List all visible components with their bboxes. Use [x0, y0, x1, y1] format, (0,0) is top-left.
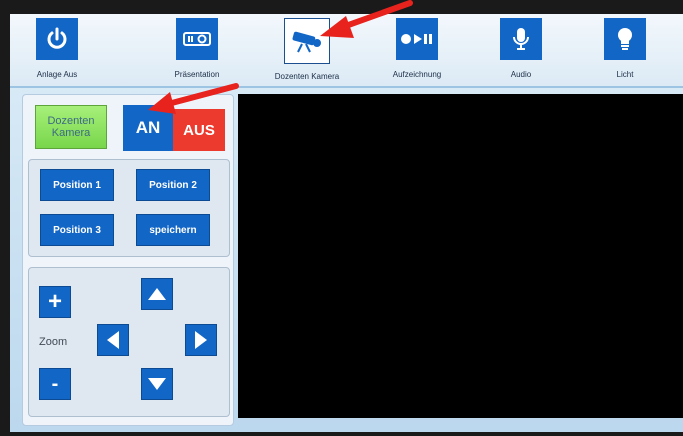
camera-control-panel: Dozenten Kamera AN AUS Position 1 Positi…: [22, 94, 234, 426]
nav-item-aufzeichnung[interactable]: Aufzeichnung: [372, 18, 462, 79]
position-1-label: Position 1: [53, 179, 101, 191]
arrow-left-icon: [107, 331, 119, 349]
zoom-label: Zoom: [39, 336, 68, 348]
nav-item-audio[interactable]: Audio: [476, 18, 566, 79]
camera-status-label: Dozenten Kamera: [47, 115, 95, 139]
nav-item-dozenten-kamera[interactable]: Dozenten Kamera: [262, 18, 352, 81]
camera-off-label: AUS: [183, 121, 215, 139]
nav-item-anlage-aus[interactable]: Anlage Aus: [12, 18, 102, 79]
arrow-down-icon: [148, 378, 166, 390]
camera-on-label: AN: [135, 118, 161, 137]
nav-label: Aufzeichnung: [392, 70, 442, 79]
nav-item-licht[interactable]: Licht: [580, 18, 670, 79]
camera-icon: [284, 18, 330, 64]
position-3-label: Position 3: [53, 224, 101, 236]
pan-left-button[interactable]: [97, 324, 129, 356]
top-navigation-bar: Anlage Aus Präsentation Dozenten Kamera …: [10, 14, 683, 88]
pan-up-button[interactable]: [141, 278, 173, 310]
zoom-out-button[interactable]: -: [39, 368, 71, 400]
position-2-button[interactable]: Position 2: [136, 169, 210, 201]
nav-label: Anlage Aus: [36, 70, 78, 79]
arrow-up-icon: [148, 288, 166, 300]
nav-label: Audio: [510, 70, 532, 79]
zoom-out-label: -: [51, 372, 59, 395]
position-3-button[interactable]: Position 3: [40, 214, 114, 246]
nav-label: Licht: [616, 70, 634, 79]
pan-right-button[interactable]: [185, 324, 217, 356]
nav-item-praesentation[interactable]: Präsentation: [152, 18, 242, 79]
zoom-in-button[interactable]: +: [39, 286, 71, 318]
lightbulb-icon: [604, 18, 646, 60]
save-position-button[interactable]: speichern: [136, 214, 210, 246]
nav-label: Präsentation: [174, 70, 220, 79]
camera-status-indicator: Dozenten Kamera: [35, 105, 107, 149]
pan-down-button[interactable]: [141, 368, 173, 400]
projector-icon: [176, 18, 218, 60]
position-presets-group: Position 1 Position 2 Position 3 speiche…: [28, 159, 230, 257]
nav-label: Dozenten Kamera: [274, 72, 340, 81]
power-icon: [36, 18, 78, 60]
microphone-icon: [500, 18, 542, 60]
position-2-label: Position 2: [149, 179, 197, 191]
position-1-button[interactable]: Position 1: [40, 169, 114, 201]
camera-on-button[interactable]: AN: [123, 105, 173, 151]
save-position-label: speichern: [149, 224, 197, 236]
camera-video-preview: [238, 94, 683, 418]
ptz-control-group: + Zoom -: [28, 267, 230, 417]
record-play-pause-icon: [396, 18, 438, 60]
arrow-right-icon: [195, 331, 207, 349]
zoom-in-label: +: [47, 288, 62, 315]
camera-off-button[interactable]: AUS: [173, 109, 225, 151]
touch-panel-screen: Anlage Aus Präsentation Dozenten Kamera …: [10, 14, 683, 432]
